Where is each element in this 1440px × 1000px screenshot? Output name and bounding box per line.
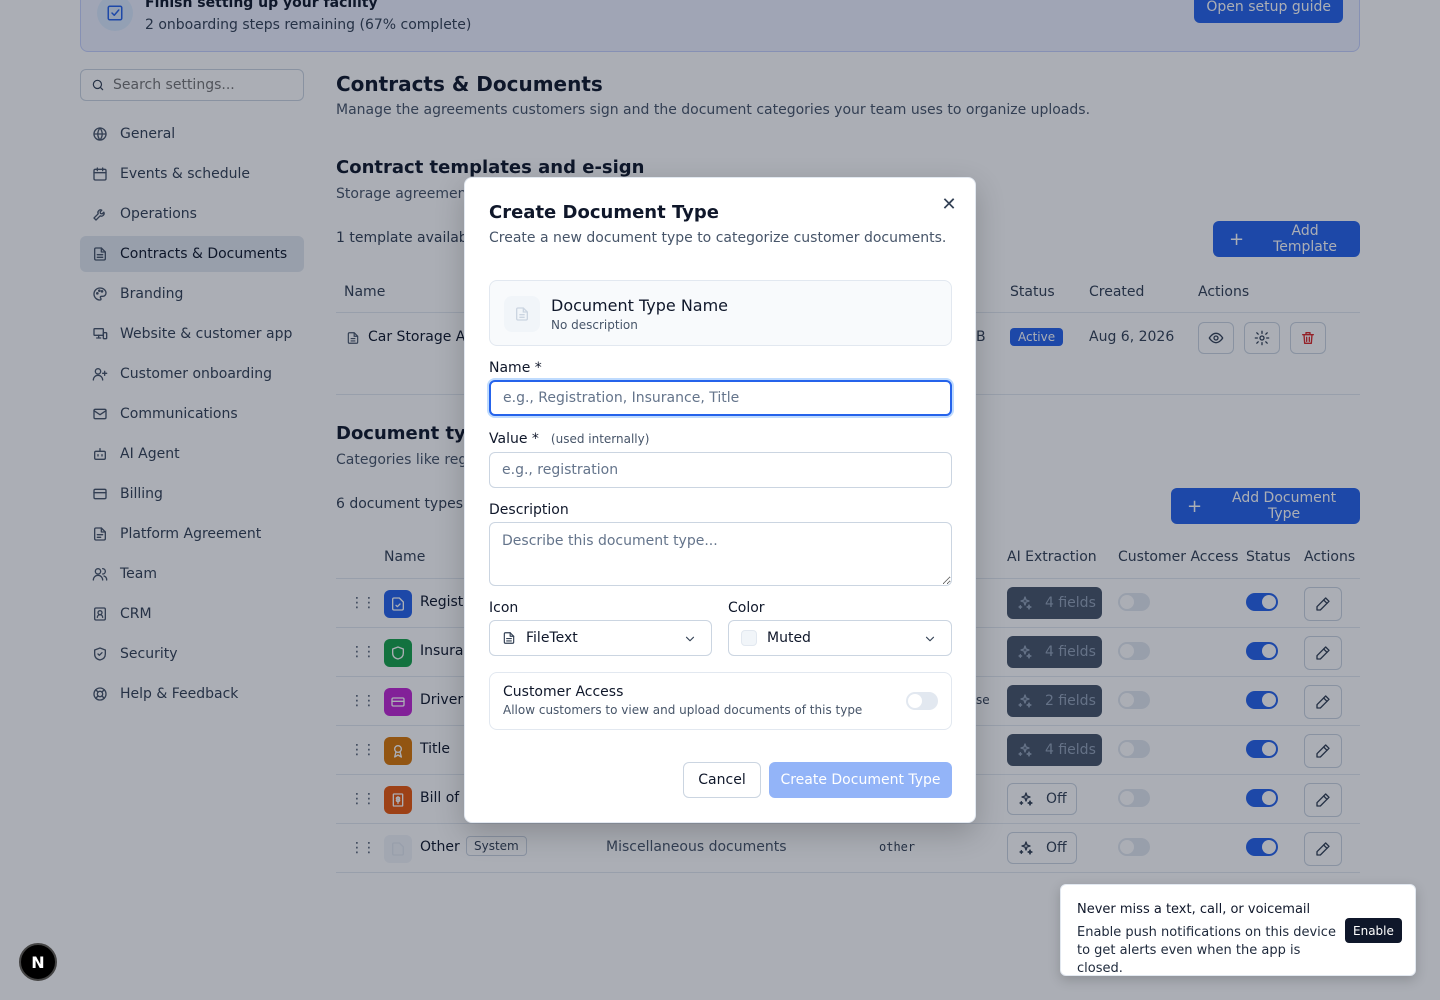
value-label: Value * (used internally): [489, 431, 649, 447]
color-select[interactable]: Muted: [728, 620, 952, 656]
preview-name: Document Type Name: [551, 296, 729, 315]
chevron-down-icon: [685, 636, 695, 642]
toast-body: Enable push notifications on this device…: [1077, 925, 1336, 976]
create-document-type-dialog: ✕ Create Document Type Create a new docu…: [464, 177, 976, 823]
app-root: Finish setting up your facility 2 onboar…: [0, 0, 1440, 1000]
value-label-text: Value *: [489, 431, 539, 447]
description-label: Description: [489, 502, 569, 518]
chevron-down-icon: [925, 636, 935, 642]
value-hint: (used internally): [550, 432, 650, 446]
customer-access-card: Customer Access Allow customers to view …: [489, 672, 952, 730]
color-select-value: Muted: [767, 630, 811, 646]
customer-access-title: Customer Access: [503, 684, 624, 700]
value-input[interactable]: [489, 452, 952, 488]
file-icon: [504, 296, 540, 332]
color-label: Color: [728, 600, 765, 616]
create-document-type-button[interactable]: Create Document Type: [769, 762, 952, 798]
app-logo[interactable]: N: [19, 943, 57, 981]
icon-select[interactable]: FileText: [489, 620, 712, 656]
enable-notifications-button[interactable]: Enable: [1345, 918, 1402, 943]
document-type-preview: Document Type Name No description: [489, 280, 952, 346]
icon-select-value: FileText: [526, 630, 578, 646]
close-icon[interactable]: ✕: [939, 194, 959, 215]
toast-title: Never miss a text, call, or voicemail: [1077, 902, 1311, 917]
file-text-icon: [503, 632, 515, 644]
description-textarea[interactable]: [489, 522, 952, 586]
dialog-description: Create a new document type to categorize…: [489, 230, 947, 246]
name-label: Name *: [489, 360, 542, 376]
push-notification-toast: Never miss a text, call, or voicemail En…: [1060, 884, 1416, 976]
icon-label: Icon: [489, 600, 519, 616]
customer-access-toggle[interactable]: [906, 692, 938, 710]
cancel-button[interactable]: Cancel: [683, 762, 761, 798]
name-input[interactable]: [489, 380, 952, 416]
customer-access-description: Allow customers to view and upload docum…: [503, 703, 863, 717]
dialog-title: Create Document Type: [489, 202, 719, 223]
color-swatch: [741, 630, 757, 646]
preview-description: No description: [551, 318, 638, 332]
